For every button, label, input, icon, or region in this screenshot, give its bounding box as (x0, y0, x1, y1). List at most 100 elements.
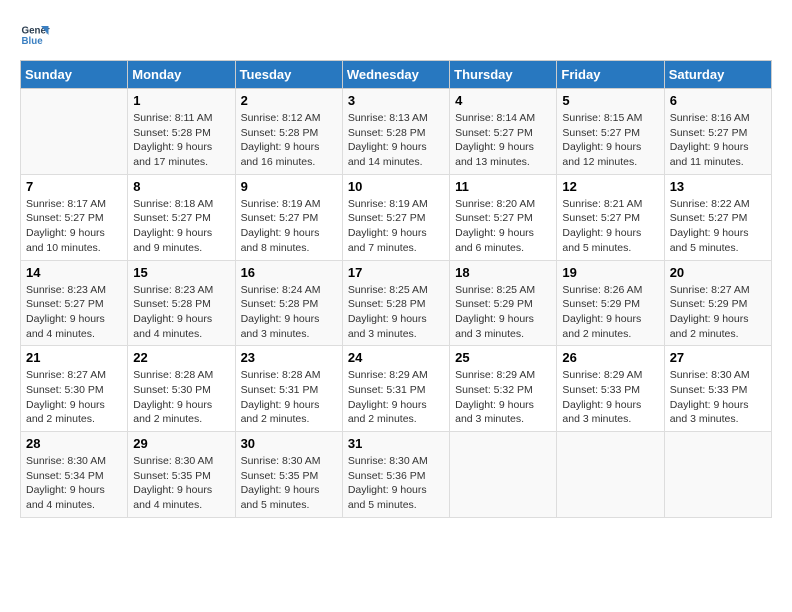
calendar-cell: 15 Sunrise: 8:23 AMSunset: 5:28 PMDayligh… (128, 260, 235, 346)
day-number: 31 (348, 436, 444, 451)
day-number: 7 (26, 179, 122, 194)
day-info: Sunrise: 8:30 AMSunset: 5:36 PMDaylight:… (348, 454, 444, 513)
day-info: Sunrise: 8:25 AMSunset: 5:28 PMDaylight:… (348, 283, 444, 342)
calendar-week-1: 1Sunrise: 8:11 AMSunset: 5:28 PMDaylight… (21, 89, 772, 175)
calendar-cell: 10Sunrise: 8:19 AMSunset: 5:27 PMDayligh… (342, 174, 449, 260)
day-info: Sunrise: 8:29 AMSunset: 5:32 PMDaylight:… (455, 368, 551, 427)
day-info: Sunrise: 8:23 AMSunset: 5:28 PMDaylight:… (133, 283, 229, 342)
day-info: Sunrise: 8:25 AMSunset: 5:29 PMDaylight:… (455, 283, 551, 342)
day-info: Sunrise: 8:18 AMSunset: 5:27 PMDaylight:… (133, 197, 229, 256)
day-info: Sunrise: 8:29 AMSunset: 5:33 PMDaylight:… (562, 368, 658, 427)
header-saturday: Saturday (664, 61, 771, 89)
calendar-cell: 12Sunrise: 8:21 AMSunset: 5:27 PMDayligh… (557, 174, 664, 260)
calendar-cell: 8 Sunrise: 8:18 AMSunset: 5:27 PMDaylight… (128, 174, 235, 260)
calendar-cell: 14 Sunrise: 8:23 AMSunset: 5:27 PMDayligh… (21, 260, 128, 346)
day-number: 14 (26, 265, 122, 280)
calendar-week-3: 14 Sunrise: 8:23 AMSunset: 5:27 PMDayligh… (21, 260, 772, 346)
calendar-cell: 6Sunrise: 8:16 AMSunset: 5:27 PMDaylight… (664, 89, 771, 175)
calendar-cell: 24 Sunrise: 8:29 AMSunset: 5:31 PMDayligh… (342, 346, 449, 432)
day-number: 23 (241, 350, 337, 365)
calendar-cell: 2 Sunrise: 8:12 AMSunset: 5:28 PMDaylight… (235, 89, 342, 175)
day-number: 2 (241, 93, 337, 108)
day-number: 5 (562, 93, 658, 108)
calendar-cell: 13 Sunrise: 8:22 AMSunset: 5:27 PMDayligh… (664, 174, 771, 260)
day-number: 10 (348, 179, 444, 194)
calendar-cell: 7 Sunrise: 8:17 AMSunset: 5:27 PMDaylight… (21, 174, 128, 260)
header-thursday: Thursday (450, 61, 557, 89)
calendar-cell: 21 Sunrise: 8:27 AMSunset: 5:30 PMDayligh… (21, 346, 128, 432)
calendar-cell: 1Sunrise: 8:11 AMSunset: 5:28 PMDaylight… (128, 89, 235, 175)
calendar-cell: 22 Sunrise: 8:28 AMSunset: 5:30 PMDayligh… (128, 346, 235, 432)
day-number: 11 (455, 179, 551, 194)
day-info: Sunrise: 8:20 AMSunset: 5:27 PMDaylight:… (455, 197, 551, 256)
calendar-cell: 28 Sunrise: 8:30 AMSunset: 5:34 PMDayligh… (21, 432, 128, 518)
day-number: 15 (133, 265, 229, 280)
calendar-cell (557, 432, 664, 518)
calendar-week-4: 21 Sunrise: 8:27 AMSunset: 5:30 PMDayligh… (21, 346, 772, 432)
day-info: Sunrise: 8:24 AMSunset: 5:28 PMDaylight:… (241, 283, 337, 342)
calendar-cell: 20 Sunrise: 8:27 AMSunset: 5:29 PMDayligh… (664, 260, 771, 346)
day-info: Sunrise: 8:15 AMSunset: 5:27 PMDaylight:… (562, 111, 658, 170)
calendar-cell: 3Sunrise: 8:13 AMSunset: 5:28 PMDaylight… (342, 89, 449, 175)
day-number: 21 (26, 350, 122, 365)
day-number: 1 (133, 93, 229, 108)
calendar-cell: 5 Sunrise: 8:15 AMSunset: 5:27 PMDaylight… (557, 89, 664, 175)
day-number: 4 (455, 93, 551, 108)
day-info: Sunrise: 8:17 AMSunset: 5:27 PMDaylight:… (26, 197, 122, 256)
header-wednesday: Wednesday (342, 61, 449, 89)
day-info: Sunrise: 8:30 AMSunset: 5:33 PMDaylight:… (670, 368, 766, 427)
day-info: Sunrise: 8:28 AMSunset: 5:30 PMDaylight:… (133, 368, 229, 427)
day-info: Sunrise: 8:27 AMSunset: 5:29 PMDaylight:… (670, 283, 766, 342)
day-number: 22 (133, 350, 229, 365)
day-info: Sunrise: 8:30 AMSunset: 5:35 PMDaylight:… (241, 454, 337, 513)
calendar-cell: 31 Sunrise: 8:30 AMSunset: 5:36 PMDayligh… (342, 432, 449, 518)
calendar-cell: 16 Sunrise: 8:24 AMSunset: 5:28 PMDayligh… (235, 260, 342, 346)
day-info: Sunrise: 8:14 AMSunset: 5:27 PMDaylight:… (455, 111, 551, 170)
header-friday: Friday (557, 61, 664, 89)
calendar-cell: 27 Sunrise: 8:30 AMSunset: 5:33 PMDayligh… (664, 346, 771, 432)
calendar-cell: 18Sunrise: 8:25 AMSunset: 5:29 PMDayligh… (450, 260, 557, 346)
calendar-cell: 19Sunrise: 8:26 AMSunset: 5:29 PMDayligh… (557, 260, 664, 346)
day-info: Sunrise: 8:12 AMSunset: 5:28 PMDaylight:… (241, 111, 337, 170)
day-number: 29 (133, 436, 229, 451)
day-info: Sunrise: 8:23 AMSunset: 5:27 PMDaylight:… (26, 283, 122, 342)
day-info: Sunrise: 8:22 AMSunset: 5:27 PMDaylight:… (670, 197, 766, 256)
header-sunday: Sunday (21, 61, 128, 89)
day-number: 16 (241, 265, 337, 280)
calendar-cell: 4 Sunrise: 8:14 AMSunset: 5:27 PMDaylight… (450, 89, 557, 175)
calendar-cell: 23Sunrise: 8:28 AMSunset: 5:31 PMDayligh… (235, 346, 342, 432)
calendar-cell: 25Sunrise: 8:29 AMSunset: 5:32 PMDayligh… (450, 346, 557, 432)
calendar-table: SundayMondayTuesdayWednesdayThursdayFrid… (20, 60, 772, 518)
day-info: Sunrise: 8:30 AMSunset: 5:34 PMDaylight:… (26, 454, 122, 513)
day-number: 8 (133, 179, 229, 194)
calendar-cell (664, 432, 771, 518)
page-header: General Blue (20, 20, 772, 50)
logo: General Blue (20, 20, 50, 50)
calendar-cell: 26 Sunrise: 8:29 AMSunset: 5:33 PMDayligh… (557, 346, 664, 432)
calendar-week-5: 28 Sunrise: 8:30 AMSunset: 5:34 PMDayligh… (21, 432, 772, 518)
calendar-cell: 29Sunrise: 8:30 AMSunset: 5:35 PMDayligh… (128, 432, 235, 518)
header-tuesday: Tuesday (235, 61, 342, 89)
day-info: Sunrise: 8:29 AMSunset: 5:31 PMDaylight:… (348, 368, 444, 427)
day-number: 17 (348, 265, 444, 280)
day-number: 28 (26, 436, 122, 451)
day-number: 13 (670, 179, 766, 194)
day-number: 27 (670, 350, 766, 365)
day-info: Sunrise: 8:19 AMSunset: 5:27 PMDaylight:… (241, 197, 337, 256)
calendar-cell: 17 Sunrise: 8:25 AMSunset: 5:28 PMDayligh… (342, 260, 449, 346)
day-number: 24 (348, 350, 444, 365)
calendar-cell: 11 Sunrise: 8:20 AMSunset: 5:27 PMDayligh… (450, 174, 557, 260)
day-info: Sunrise: 8:27 AMSunset: 5:30 PMDaylight:… (26, 368, 122, 427)
day-info: Sunrise: 8:16 AMSunset: 5:27 PMDaylight:… (670, 111, 766, 170)
header-monday: Monday (128, 61, 235, 89)
svg-text:Blue: Blue (22, 36, 44, 47)
day-number: 26 (562, 350, 658, 365)
logo-icon: General Blue (20, 20, 50, 50)
calendar-week-2: 7 Sunrise: 8:17 AMSunset: 5:27 PMDaylight… (21, 174, 772, 260)
calendar-header-row: SundayMondayTuesdayWednesdayThursdayFrid… (21, 61, 772, 89)
day-number: 30 (241, 436, 337, 451)
day-number: 20 (670, 265, 766, 280)
day-info: Sunrise: 8:13 AMSunset: 5:28 PMDaylight:… (348, 111, 444, 170)
day-number: 19 (562, 265, 658, 280)
calendar-cell (450, 432, 557, 518)
